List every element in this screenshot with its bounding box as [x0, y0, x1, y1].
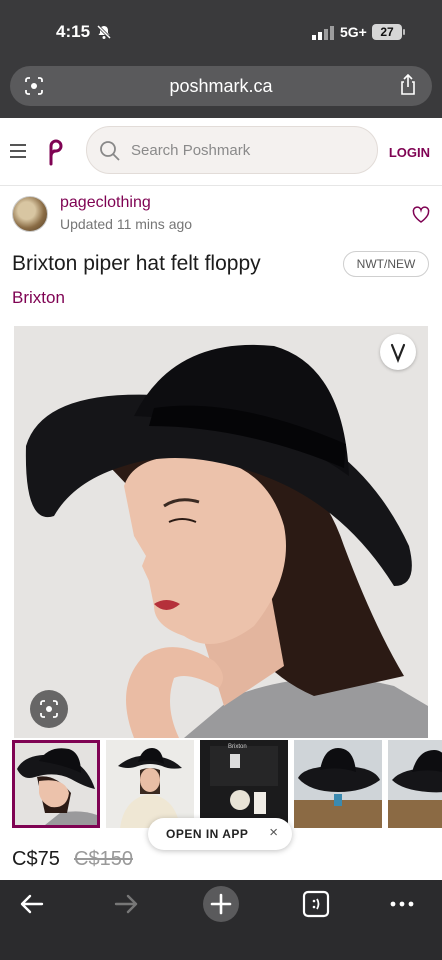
- product-image[interactable]: [14, 326, 428, 738]
- signal-icon: [312, 26, 334, 40]
- poshmark-logo-icon[interactable]: [42, 138, 68, 166]
- seller-avatar[interactable]: [12, 196, 48, 232]
- status-bar: 4:15 5G+ 27: [0, 0, 442, 62]
- share-icon[interactable]: [398, 74, 418, 96]
- browser-toolbar: [0, 880, 442, 960]
- search-icon: [100, 141, 120, 161]
- search-box[interactable]: [86, 126, 378, 174]
- seller-name[interactable]: pageclothing: [60, 194, 151, 212]
- original-price: C$150: [74, 848, 133, 870]
- url-bar[interactable]: poshmark.ca: [10, 66, 432, 106]
- condition-badge: NWT/NEW: [343, 251, 429, 277]
- back-arrow-icon[interactable]: [16, 888, 48, 920]
- close-icon[interactable]: ×: [269, 824, 278, 841]
- site-header: LOGIN: [0, 118, 442, 186]
- image-lens-button[interactable]: [30, 690, 68, 728]
- browser-chrome: 4:15 5G+ 27 poshmark.ca: [0, 0, 442, 118]
- forward-arrow-icon[interactable]: [110, 888, 142, 920]
- updated-time: Updated 11 mins ago: [60, 216, 193, 232]
- thumbnail[interactable]: [106, 740, 194, 828]
- thumbnail-strip: Brixton: [12, 740, 442, 828]
- login-button[interactable]: LOGIN: [389, 145, 430, 160]
- thumbnail[interactable]: [388, 740, 442, 828]
- more-options-icon[interactable]: [386, 888, 418, 920]
- bell-off-icon: [96, 24, 112, 40]
- network-label: 5G+: [340, 24, 367, 40]
- tab-switcher-icon[interactable]: [300, 888, 332, 920]
- heart-icon[interactable]: [412, 206, 430, 224]
- image-like-button[interactable]: [380, 334, 416, 370]
- url-text[interactable]: poshmark.ca: [10, 76, 432, 97]
- menu-icon[interactable]: [10, 144, 26, 158]
- seller-row: pageclothing Updated 11 mins ago: [0, 194, 442, 242]
- thumbnail[interactable]: [294, 740, 382, 828]
- new-tab-plus-icon[interactable]: [203, 886, 239, 922]
- battery-icon: 27: [372, 24, 405, 40]
- open-in-app-label[interactable]: OPEN IN APP: [166, 827, 248, 841]
- price: C$75: [12, 848, 60, 870]
- listing-title: Brixton piper hat felt floppy: [12, 252, 261, 275]
- status-time: 4:15: [56, 22, 91, 41]
- web-page: LOGIN pageclothing Updated 11 mins ago B…: [0, 118, 442, 880]
- search-input[interactable]: [131, 127, 361, 173]
- thumbnail-brand-text: Brixton: [228, 744, 247, 750]
- open-in-app-button[interactable]: OPEN IN APP ×: [148, 818, 292, 850]
- heart-outline-icon: [390, 343, 406, 363]
- thumbnail[interactable]: Brixton: [200, 740, 288, 828]
- brand-link[interactable]: Brixton: [12, 288, 65, 308]
- lens-icon: [40, 700, 58, 718]
- thumbnail[interactable]: [12, 740, 100, 828]
